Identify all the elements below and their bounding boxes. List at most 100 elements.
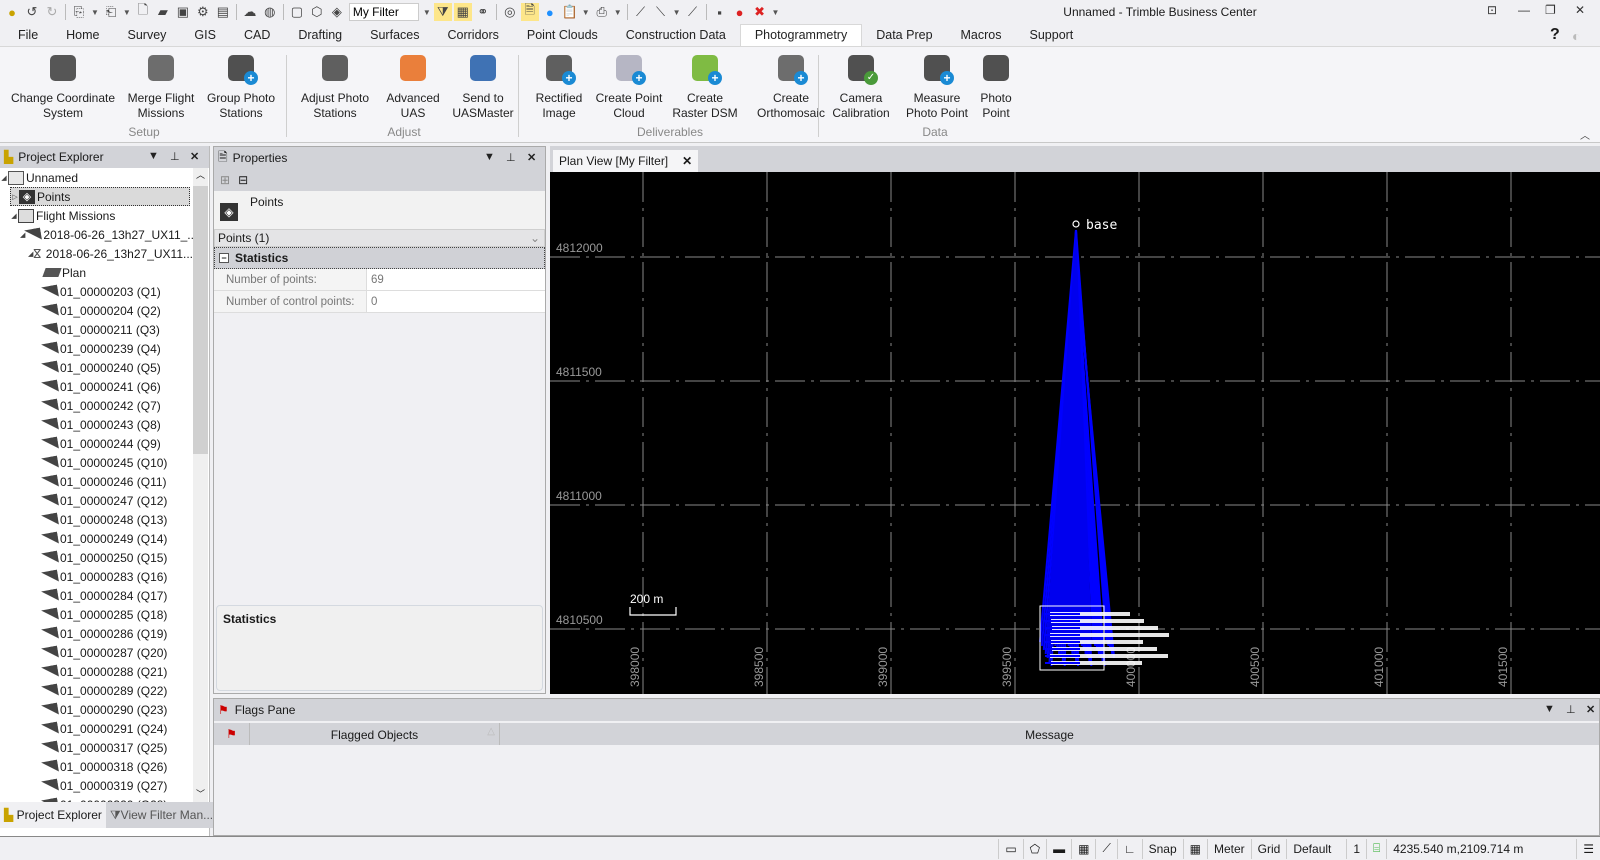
tree-node-photo[interactable]: 01_00000246 (Q11) (0, 472, 193, 491)
3d-view-icon[interactable]: ⬡ (308, 3, 326, 21)
polygon-select-icon[interactable]: ⬠ (1022, 838, 1046, 859)
close-button[interactable]: ✕ (1575, 3, 1585, 17)
object-selector[interactable]: Points (1) ⌄ (214, 229, 545, 247)
chevron-down-icon[interactable]: ⌄ (530, 231, 540, 245)
tree-node-photo[interactable]: 01_00000285 (Q18) (0, 605, 193, 624)
select-mode-icon[interactable]: ▭ (998, 838, 1022, 859)
snap-tools-icon[interactable]: ⟋ (1095, 838, 1116, 859)
stop-icon[interactable]: ✖ (751, 3, 769, 21)
panel-menu-icon[interactable]: ▼ (148, 150, 159, 162)
tree-node-photo[interactable]: 01_00000203 (Q1) (0, 282, 193, 301)
menu-tab-surfaces[interactable]: Surfaces (356, 25, 433, 46)
menu-tab-support[interactable]: Support (1016, 25, 1088, 46)
customize-toolbar-icon[interactable]: ▼ (772, 8, 780, 17)
tree-node-points[interactable]: ▷ ◈ Points (10, 187, 190, 206)
cloud-icon[interactable]: ☁ (241, 3, 259, 21)
status-options-icon[interactable]: ☰ (1576, 838, 1600, 859)
restore-button[interactable]: ❐ (1545, 3, 1556, 17)
tab-project-explorer[interactable]: ▙ Project Explorer (0, 802, 106, 828)
tree-node-flight-missions[interactable]: ◢ Flight Missions (0, 206, 193, 225)
ribbon-display-icon[interactable]: ⊡ (1487, 3, 1497, 17)
panel-menu-icon[interactable]: ▼ (484, 151, 495, 163)
menu-tab-file[interactable]: File (0, 25, 52, 46)
dropdown-icon[interactable]: ▼ (91, 8, 99, 17)
tree-node-photo[interactable]: 01_00000249 (Q14) (0, 529, 193, 548)
expand-icon[interactable]: ◢ (10, 212, 18, 220)
units-indicator[interactable]: Meter (1206, 838, 1251, 859)
map-icon[interactable]: ▦ (1182, 838, 1207, 859)
layer-manager-icon[interactable]: ▦ (453, 3, 472, 21)
pin-icon[interactable]: ⊥ (170, 150, 180, 163)
menu-tab-point-clouds[interactable]: Point Clouds (513, 25, 612, 46)
tree-node-plan[interactable]: Plan (0, 263, 193, 282)
tree-node-photo[interactable]: 01_00000247 (Q12) (0, 491, 193, 510)
create-raster-dsm-button[interactable]: + Create Raster DSM (668, 51, 742, 121)
close-panel-icon[interactable]: ✕ (527, 151, 536, 164)
tree-node-photo[interactable]: 01_00000317 (Q25) (0, 738, 193, 757)
dropdown-icon[interactable]: ▼ (673, 8, 681, 17)
tree-node-photo[interactable]: 01_00000245 (Q10) (0, 453, 193, 472)
tree-node-photo[interactable]: 01_00000243 (Q8) (0, 415, 193, 434)
menu-tab-photogrammetry[interactable]: Photogrammetry (739, 24, 863, 46)
tree-node-photo[interactable]: 01_00000287 (Q20) (0, 643, 193, 662)
tree-node-mission-sub[interactable]: ◢ ⴵ 2018-06-26_13h27_UX11... (0, 244, 193, 263)
tree-node-photo[interactable]: 01_00000291 (Q24) (0, 719, 193, 738)
tab-plan-view[interactable]: Plan View [My Filter] ✕ (553, 150, 699, 172)
scroll-down-icon[interactable]: ﹀ (196, 787, 205, 800)
plan-view-canvas[interactable]: 4812000 4811500 4811000 4810500 398000 398500… (550, 172, 1600, 694)
scrollbar-thumb[interactable] (193, 186, 208, 454)
adjust-photo-stations-button[interactable]: Adjust Photo Stations (292, 51, 378, 121)
view-filter-select[interactable] (348, 3, 419, 21)
tree-node-photo[interactable]: 01_00000289 (Q22) (0, 681, 193, 700)
measure-icon[interactable]: ⟋ (632, 3, 650, 21)
tree-node-photo[interactable]: 01_00000204 (Q2) (0, 301, 193, 320)
redo-icon[interactable]: ↻ (43, 3, 61, 21)
collapse-ribbon-icon[interactable]: ︿ (1580, 127, 1590, 142)
export-icon[interactable]: ⎗ (102, 3, 120, 21)
settings-gear-icon[interactable]: ⚙ (194, 3, 212, 21)
tree-node-photo[interactable]: 01_00000240 (Q5) (0, 358, 193, 377)
open-folder-icon[interactable]: ▰ (154, 3, 172, 21)
minimize-button[interactable]: — (1518, 3, 1530, 17)
ortho-icon[interactable]: ∟ (1116, 838, 1142, 859)
tree-node-photo[interactable]: 01_00000242 (Q7) (0, 396, 193, 415)
tree-node-photo[interactable]: 01_00000244 (Q9) (0, 434, 193, 453)
filter-settings-icon[interactable]: ⧩ (433, 3, 452, 21)
grid-select-icon[interactable]: ▦ (1071, 838, 1095, 859)
tree-node-photo[interactable]: 01_00000211 (Q3) (0, 320, 193, 339)
tree-node-photo[interactable]: 01_00000318 (Q26) (0, 757, 193, 776)
menu-tab-cad[interactable]: CAD (230, 25, 284, 46)
scroll-up-icon[interactable]: ︿ (196, 168, 205, 181)
column-message[interactable]: Message (500, 723, 1599, 745)
plan-view-icon[interactable]: ▢ (288, 3, 306, 21)
web-icon[interactable]: ◍ (261, 3, 279, 21)
tree-node-photo[interactable]: 01_00000250 (Q15) (0, 548, 193, 567)
pin-icon[interactable]: ⊥ (506, 151, 516, 164)
command-line-icon[interactable]: ▪ (711, 3, 729, 21)
snap-toggle[interactable]: Snap (1141, 838, 1183, 859)
tree-node-photo[interactable]: 01_00000290 (Q23) (0, 700, 193, 719)
edit-icon[interactable]: ● (541, 3, 559, 21)
menu-tab-corridors[interactable]: Corridors (433, 25, 512, 46)
close-tab-icon[interactable]: ✕ (682, 154, 692, 168)
style-indicator[interactable]: Default (1286, 838, 1346, 859)
pin-icon[interactable]: ⊥ (1566, 703, 1576, 716)
tab-view-filter-manager[interactable]: ⧩View Filter Man... (105, 802, 218, 828)
layers-icon[interactable]: ◎ (501, 3, 519, 21)
create-point-cloud-button[interactable]: + Create Point Cloud (592, 51, 666, 121)
dropdown-icon[interactable]: ▼ (582, 8, 590, 17)
help-icon[interactable]: ? (1550, 26, 1560, 44)
panel-menu-icon[interactable]: ▼ (1544, 703, 1555, 715)
tree-node-photo[interactable]: 01_00000286 (Q19) (0, 624, 193, 643)
tree-scrollbar[interactable]: ︿ ﹀ (193, 168, 208, 802)
print-icon[interactable]: ⎙ (593, 3, 611, 21)
sheet-icon[interactable]: ◈ (328, 3, 346, 21)
menu-tab-survey[interactable]: Survey (114, 25, 181, 46)
dropdown-icon[interactable]: ▼ (123, 8, 131, 17)
send-to-uasmaster-button[interactable]: Send to UASMaster (448, 51, 518, 121)
record-icon[interactable]: ● (731, 3, 749, 21)
tree-node-photo[interactable]: 01_00000320 (Q28) (0, 795, 193, 802)
tree-node-photo[interactable]: 01_00000288 (Q21) (0, 662, 193, 681)
new-project-icon[interactable]: 🗋 (134, 2, 152, 21)
tree-node-root[interactable]: ◢ Unnamed (0, 168, 193, 187)
